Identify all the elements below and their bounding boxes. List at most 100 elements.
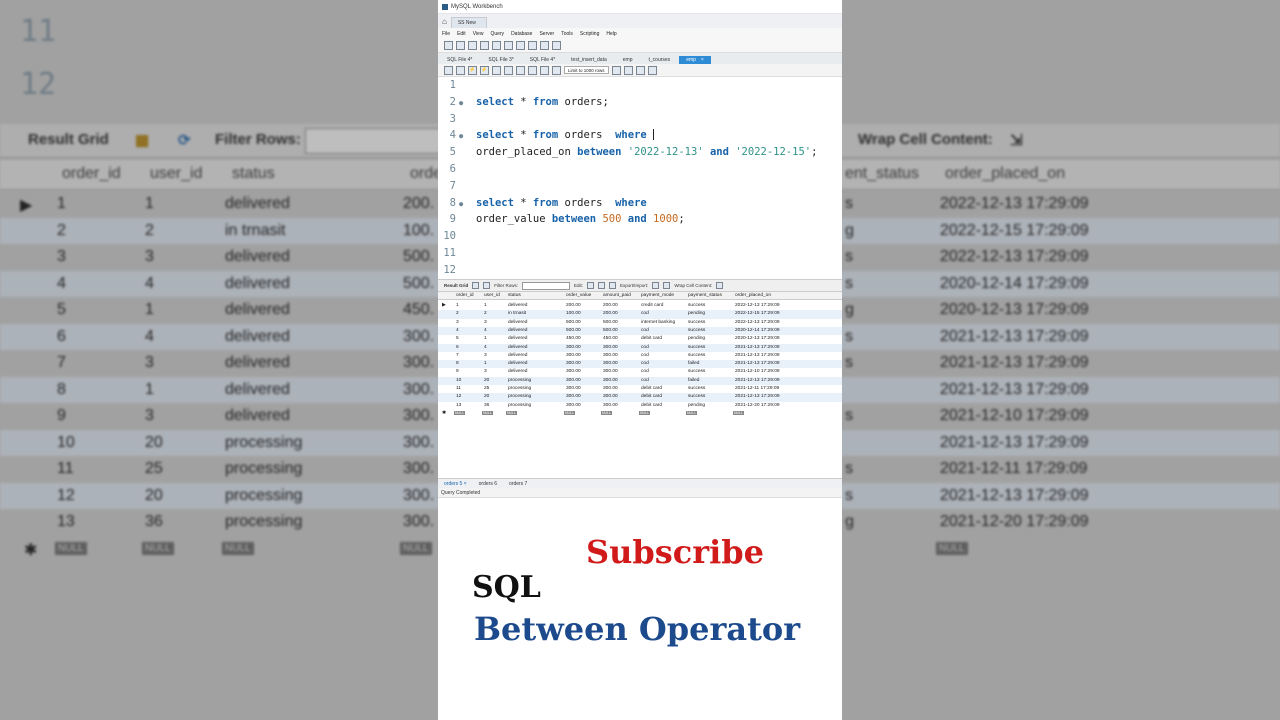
table-row[interactable]: 4 4 delivered 500.00 500.00 cod success 2020-12… [438, 326, 842, 336]
file-tab[interactable]: test_insert_data [564, 56, 614, 64]
wrap-cell-icon[interactable] [716, 282, 724, 289]
explain-icon[interactable] [492, 65, 501, 75]
stop-icon[interactable] [504, 65, 513, 75]
column-header-order-value[interactable]: order_value [566, 293, 591, 298]
create-function-icon[interactable] [528, 41, 537, 50]
add-row-icon[interactable] [598, 282, 606, 289]
code-token: between [551, 213, 597, 226]
table-row[interactable]: 3 3 delivered 500.00 500.00 internet banking s… [438, 319, 842, 327]
create-table-icon[interactable] [492, 41, 501, 50]
rollback-icon[interactable] [540, 65, 549, 75]
file-tab-label: t_courses [648, 57, 671, 63]
table-row[interactable]: 6 4 delivered 300.00 300.00 cod success 2021-12… [438, 343, 842, 352]
sql-file-tabs: SQL File 4* SQL File 3* SQL File 4* test_in… [438, 53, 842, 64]
inspector-icon[interactable] [468, 41, 477, 50]
commit-icon[interactable] [528, 65, 537, 75]
table-cell: in trnasit [508, 311, 527, 317]
find-icon[interactable] [623, 65, 633, 75]
table-cell: 2021-12-13 17:29:09 [735, 344, 780, 350]
column-header-payment-status[interactable]: payment_status [688, 293, 722, 298]
code-line[interactable]: select * from orders where [476, 197, 647, 209]
file-tab[interactable]: t_courses [642, 56, 678, 64]
autocommit-icon[interactable] [552, 65, 561, 75]
search-table-icon[interactable] [540, 41, 549, 50]
create-procedure-icon[interactable] [516, 41, 525, 50]
code-line[interactable]: select * from orders where [476, 129, 655, 141]
table-cell: 300.00 [566, 361, 581, 367]
file-tab-label: emp [622, 57, 633, 63]
delete-row-icon[interactable] [609, 282, 617, 289]
result-tab[interactable]: orders 7 [509, 481, 527, 487]
code-line[interactable]: order_value between 500 and 1000; [476, 213, 685, 225]
table-row[interactable]: 7 3 delivered 300.00 300.00 cod success 2021-12… [438, 352, 842, 360]
menu-item-query[interactable]: Query [490, 31, 504, 37]
table-row[interactable]: 8 1 delivered 300.00 300.00 cod failed 2021-12-… [438, 360, 842, 369]
column-header-order-id[interactable]: order_id [456, 293, 474, 298]
result-tab[interactable]: orders 5 × [444, 481, 467, 487]
table-row[interactable]: 11 25 processing 300.00 300.00 debit card succ… [438, 385, 842, 393]
create-schema-icon[interactable] [480, 41, 489, 50]
home-icon[interactable]: ⌂ [442, 16, 447, 28]
wrap-lines-icon[interactable] [647, 65, 657, 75]
line-number: 6 [449, 163, 456, 175]
table-row[interactable]: 2 2 in trnasit 100.00 200.00 cod pending 2022-1… [438, 310, 842, 319]
export-icon[interactable] [652, 282, 660, 289]
file-tab[interactable]: SQL File 4* [523, 56, 562, 64]
file-tab[interactable]: emp [616, 56, 640, 64]
file-tab[interactable]: emp × [679, 56, 711, 64]
table-row[interactable]: 9 3 delivered 300.00 300.00 cod success 2021-12… [438, 368, 842, 376]
edit-row-icon[interactable] [587, 282, 595, 289]
menu-item-scripting[interactable]: Scripting [580, 31, 599, 37]
column-header-user-id[interactable]: user_id [484, 293, 500, 298]
menu-item-file[interactable]: File [442, 31, 450, 37]
table-cell: delivered [508, 369, 528, 375]
beautify-icon[interactable] [611, 65, 621, 75]
filter-rows-input[interactable] [522, 281, 571, 290]
save-icon[interactable] [456, 65, 465, 75]
menu-item-help[interactable]: Help [606, 31, 616, 37]
import-icon[interactable] [663, 282, 671, 289]
table-row[interactable]: ▶ 1 1 delivered 200.00 200.00 credit card succe… [438, 302, 842, 310]
column-header-status[interactable]: status [508, 293, 521, 298]
code-token: '2022-12-15' [735, 146, 812, 159]
reconnect-icon[interactable] [552, 41, 561, 50]
refresh-icon[interactable] [483, 282, 491, 289]
table-row[interactable]: 10 20 processing 300.00 300.00 cod failed 2021-… [438, 376, 842, 385]
column-header-payment-mode[interactable]: payment_mode [641, 293, 674, 298]
menu-item-tools[interactable]: Tools [561, 31, 573, 37]
file-tab[interactable]: SQL File 3* [481, 56, 520, 64]
open-file-icon[interactable] [444, 65, 453, 75]
new-row[interactable]: ✱ NULL NULL NULL NULL NULL NULL NULL NULL [438, 410, 842, 418]
connection-tab[interactable]: SS New [450, 17, 487, 28]
result-tab[interactable]: orders 6 [479, 481, 497, 487]
column-header-order-placed-on[interactable]: order_placed_on [735, 293, 771, 298]
code-line[interactable]: order_placed_on between '2022-12-13' and… [476, 146, 817, 158]
table-row[interactable]: 13 36 processing 300.00 300.00 debit card pend… [438, 402, 842, 410]
new-sql-tab-icon[interactable] [444, 41, 453, 50]
code-line[interactable]: select * from orders; [476, 96, 609, 108]
file-tab[interactable]: SQL File 4* [440, 56, 479, 64]
open-sql-file-icon[interactable] [456, 41, 465, 50]
invisible-chars-icon[interactable] [635, 65, 645, 75]
menu-item-database[interactable]: Database [511, 31, 532, 37]
line-number: 9 [449, 213, 456, 226]
close-icon[interactable]: × [701, 57, 704, 63]
sql-editor[interactable]: 1 2 ● select * from orders; 3 4 ● select * from… [438, 77, 842, 279]
table-row[interactable]: 12 20 processing 300.00 300.00 debit card succ… [438, 393, 842, 402]
menu-item-edit[interactable]: Edit [457, 31, 466, 37]
column-header-amount-paid[interactable]: amount_paid [603, 293, 631, 298]
grid-icon[interactable] [472, 282, 480, 289]
result-grid-label[interactable]: Result Grid [444, 283, 468, 288]
table-cell: 3 [484, 369, 487, 375]
code-token: order_placed_on [476, 146, 578, 159]
menu-item-server[interactable]: Server [539, 31, 554, 37]
menu-item-view[interactable]: View [473, 31, 484, 37]
execute-current-icon[interactable]: ⚡ [480, 65, 489, 75]
create-view-icon[interactable] [504, 41, 513, 50]
toggle-error-icon[interactable] [516, 65, 525, 75]
result-grid[interactable]: order_id user_id status order_value amount_p… [438, 292, 842, 478]
close-icon[interactable]: × [462, 481, 467, 487]
execute-icon[interactable]: ⚡ [468, 65, 477, 75]
table-row[interactable]: 5 1 delivered 450.00 450.00 debit card pending… [438, 335, 842, 343]
limit-rows-select[interactable]: Limit to 1000 rows [564, 66, 609, 74]
